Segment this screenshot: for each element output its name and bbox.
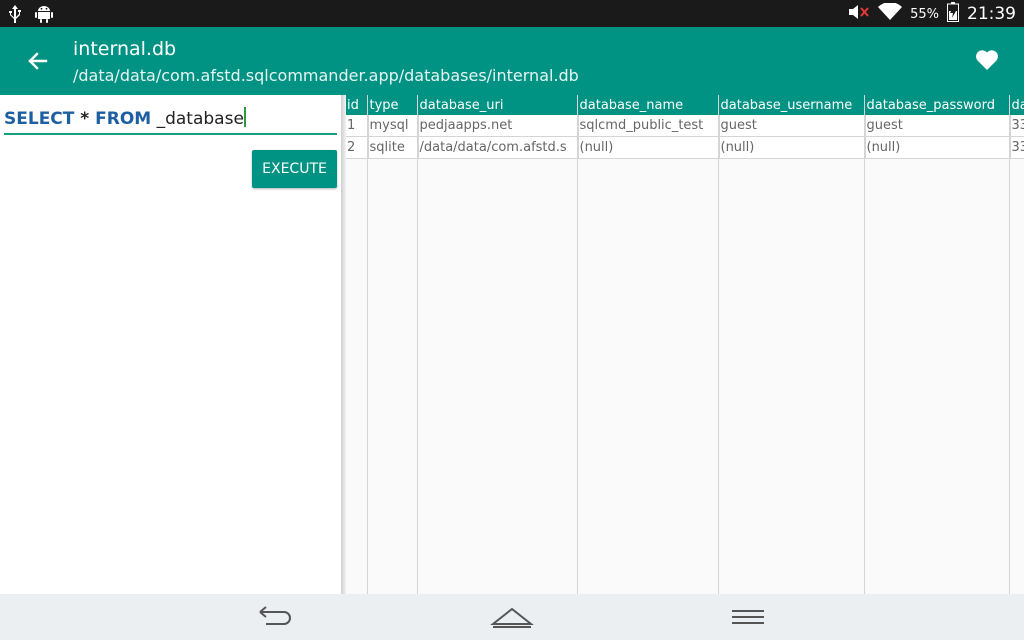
sql-query-input[interactable]: SELECT * FROM _database xyxy=(4,103,337,135)
table-cell[interactable]: pedjaapps.net xyxy=(418,115,579,137)
text-cursor xyxy=(243,107,246,127)
column-header[interactable]: database_uri xyxy=(418,95,579,115)
favorite-button[interactable] xyxy=(974,48,1000,72)
table-cell[interactable]: guest xyxy=(865,115,1011,137)
column-header[interactable]: database_name xyxy=(578,95,720,115)
table-cell[interactable]: 1 xyxy=(346,115,369,137)
column-gridlines xyxy=(346,95,1024,594)
column-header[interactable]: id xyxy=(346,95,369,115)
nav-menu-button[interactable] xyxy=(730,602,770,632)
table-cell[interactable]: 33 xyxy=(1010,115,1024,137)
nav-back-button[interactable] xyxy=(256,602,296,632)
table-header-row: id type database_uri database_name datab… xyxy=(346,95,1024,115)
table-cell[interactable]: (null) xyxy=(578,136,720,159)
column-header[interactable]: database_username xyxy=(719,95,866,115)
table-row[interactable]: 1 mysql pedjaapps.net sqlcmd_public_test… xyxy=(346,115,1024,137)
table-cell[interactable]: sqlcmd_public_test xyxy=(578,115,720,137)
query-panel: SELECT * FROM _database EXECUTE xyxy=(0,95,341,594)
sql-star: * xyxy=(74,109,96,129)
execute-button[interactable]: EXECUTE xyxy=(252,150,337,188)
app-bar: internal.db /data/data/com.afstd.sqlcomm… xyxy=(0,27,1024,95)
battery-icon xyxy=(947,2,959,26)
wifi-icon xyxy=(878,2,903,25)
database-path: /data/data/com.afstd.sqlcommander.app/da… xyxy=(73,66,579,85)
sql-table-name: _database xyxy=(151,109,244,129)
heart-icon xyxy=(976,50,998,70)
table-cell[interactable]: 33 xyxy=(1010,136,1024,159)
column-header[interactable]: type xyxy=(368,95,419,115)
sql-keyword-select: SELECT xyxy=(4,109,75,129)
android-icon xyxy=(34,4,54,28)
results-grid[interactable]: id type database_uri database_name datab… xyxy=(346,95,1024,594)
sql-keyword-from: FROM xyxy=(95,109,152,129)
back-button[interactable] xyxy=(24,47,54,75)
table-cell[interactable]: mysql xyxy=(368,115,419,137)
table-cell[interactable]: guest xyxy=(719,115,866,137)
navigation-bar xyxy=(0,594,1024,640)
nav-home-button[interactable] xyxy=(490,602,534,632)
back-nav-icon xyxy=(259,606,291,625)
home-nav-icon xyxy=(490,607,534,628)
usb-icon xyxy=(8,5,22,27)
table-cell[interactable]: /data/data/com.afstd.s xyxy=(418,136,579,159)
table-row[interactable]: 2 sqlite /data/data/com.afstd.s (null) (… xyxy=(346,136,1024,159)
arrow-left-icon xyxy=(28,52,48,70)
status-bar: 55% 21:39 xyxy=(0,0,1024,27)
table-cell[interactable]: (null) xyxy=(719,136,866,159)
table-cell[interactable]: 2 xyxy=(346,136,369,159)
column-header[interactable]: database_password xyxy=(865,95,1011,115)
table-cell[interactable]: (null) xyxy=(865,136,1011,159)
results-table: id type database_uri database_name datab… xyxy=(346,95,1024,159)
page-title: internal.db xyxy=(73,38,177,60)
menu-nav-icon xyxy=(732,610,764,624)
table-cell[interactable]: sqlite xyxy=(368,136,419,159)
mute-icon xyxy=(848,3,870,25)
column-header[interactable]: da xyxy=(1010,95,1024,115)
clock: 21:39 xyxy=(967,4,1016,24)
battery-percent: 55% xyxy=(910,6,939,22)
